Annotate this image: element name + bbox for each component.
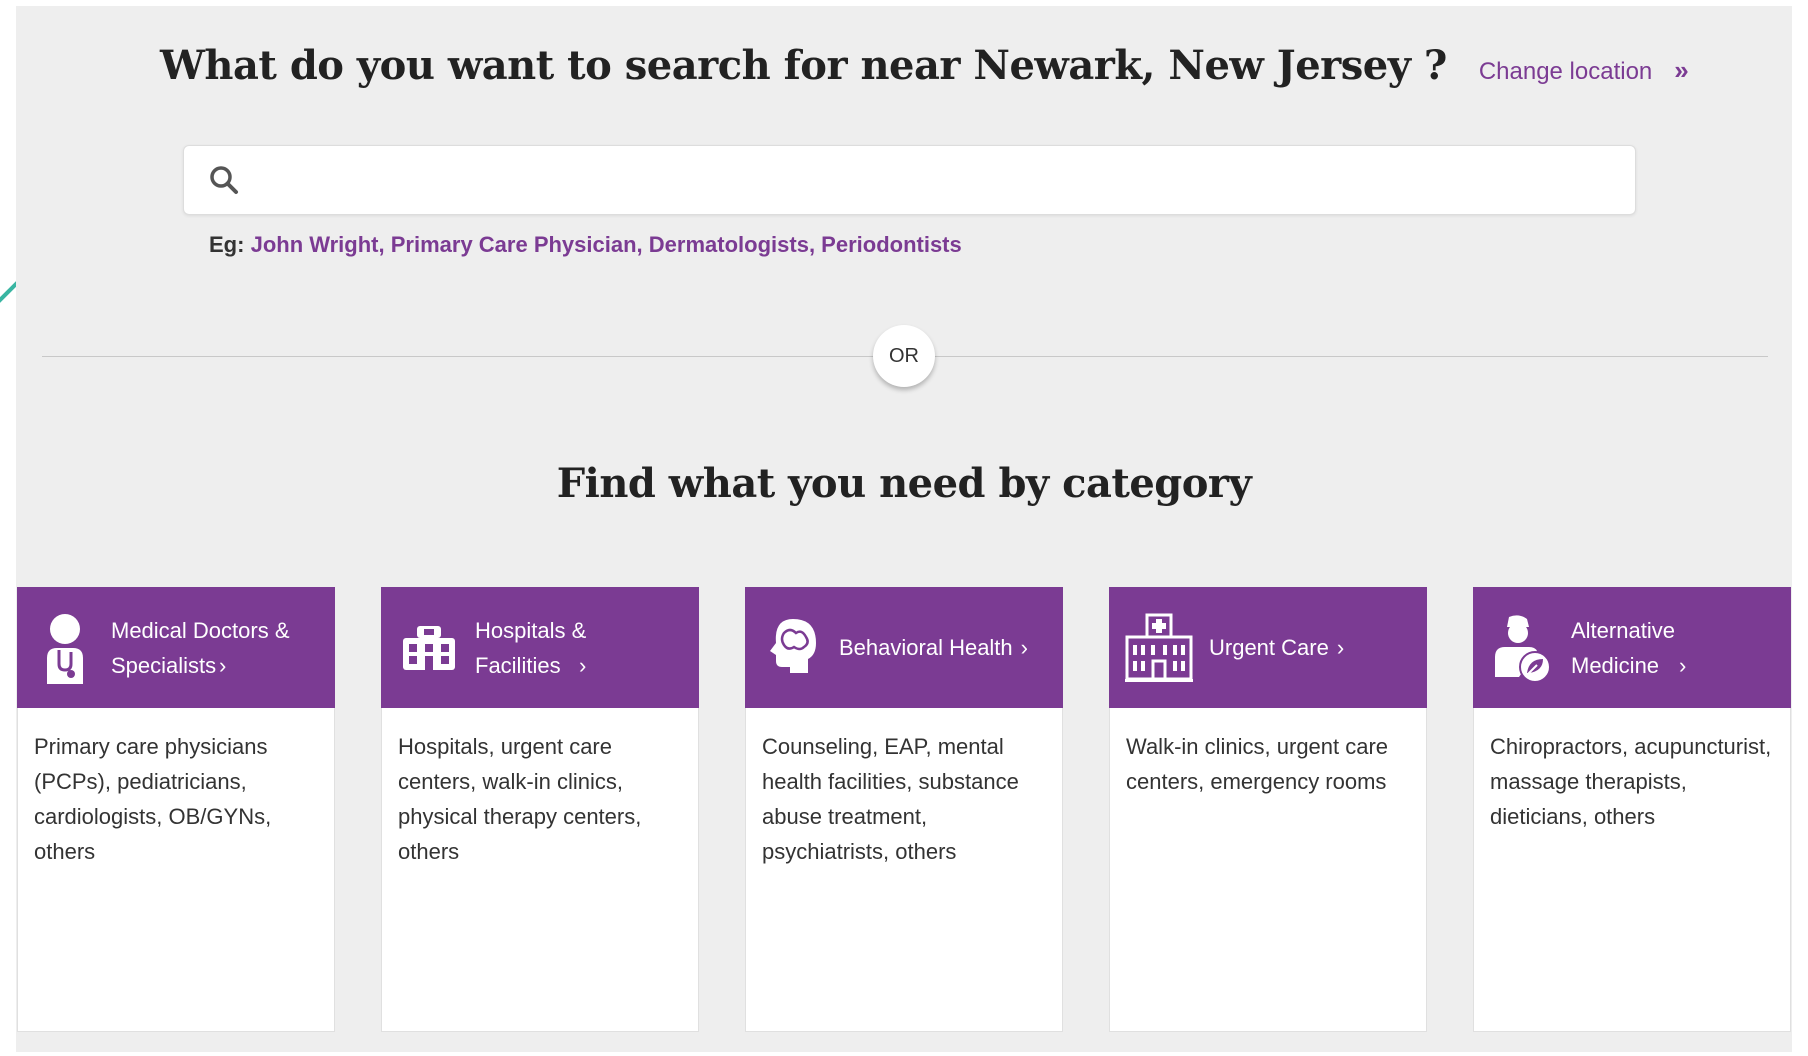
double-chevron-right-icon[interactable]: » bbox=[1674, 55, 1688, 86]
category-card-header[interactable]: Medical Doctors & Specialists › bbox=[17, 587, 335, 708]
search-icon bbox=[210, 166, 238, 194]
category-heading: Find what you need by category bbox=[556, 460, 1252, 507]
chevron-right-icon: › bbox=[1679, 652, 1687, 678]
alternative-medicine-icon bbox=[1489, 612, 1553, 684]
heading-row: What do you want to search for near Newa… bbox=[160, 42, 1689, 102]
urgent-care-building-icon bbox=[1125, 612, 1193, 684]
page: What do you want to search for near Newa… bbox=[0, 0, 1808, 1056]
example-link-john-wright[interactable]: John Wright bbox=[251, 232, 379, 257]
chevron-right-icon: › bbox=[1336, 635, 1345, 660]
category-card-urgent-care[interactable]: Urgent Care › Walk-in clinics, urgent car… bbox=[1109, 587, 1427, 1032]
category-title: Alternative Medicine › bbox=[1571, 613, 1706, 683]
chevron-right-icon: › bbox=[579, 652, 587, 678]
category-title: Medical Doctors & Specialists › bbox=[111, 613, 316, 683]
category-description: Walk-in clinics, urgent care centers, em… bbox=[1126, 734, 1389, 794]
search-input[interactable] bbox=[256, 156, 1620, 204]
category-title-text: Behavioral Health bbox=[839, 635, 1013, 660]
example-separator: , bbox=[636, 232, 649, 257]
category-title: Hospitals & Facilities › bbox=[475, 613, 620, 683]
category-card-header[interactable]: Hospitals & Facilities › bbox=[381, 587, 699, 708]
category-title: Urgent Care › bbox=[1209, 630, 1344, 665]
category-card-alternative-medicine[interactable]: Alternative Medicine › Chiropractors, acu… bbox=[1473, 587, 1791, 1032]
example-link-dermatologists[interactable]: Dermatologists bbox=[649, 232, 809, 257]
examples-label: Eg: bbox=[209, 232, 245, 257]
example-link-primary-care-physician[interactable]: Primary Care Physician bbox=[391, 232, 637, 257]
category-title: Behavioral Health › bbox=[839, 630, 1028, 665]
category-title-text: Urgent Care bbox=[1209, 635, 1329, 660]
category-card-hospitals[interactable]: Hospitals & Facilities › Hospitals, urgen… bbox=[381, 587, 699, 1032]
doctor-icon bbox=[39, 612, 91, 684]
category-title-text: Alternative Medicine bbox=[1571, 617, 1675, 678]
category-card-header[interactable]: Behavioral Health › bbox=[745, 587, 1063, 708]
example-link-periodontists[interactable]: Periodontists bbox=[821, 232, 962, 257]
category-card-header[interactable]: Alternative Medicine › bbox=[1473, 587, 1791, 708]
category-description: Counseling, EAP, mental health facilitie… bbox=[762, 734, 1019, 864]
chevron-right-icon: › bbox=[1020, 635, 1028, 660]
example-separator: , bbox=[378, 232, 391, 257]
search-box[interactable] bbox=[183, 145, 1636, 215]
example-separator: , bbox=[808, 232, 822, 257]
category-description: Hospitals, urgent care centers, walk-in … bbox=[398, 734, 642, 864]
change-location-link[interactable]: Change location bbox=[1479, 58, 1652, 86]
category-card-medical-doctors[interactable]: Medical Doctors & Specialists › Primary c… bbox=[17, 587, 335, 1032]
category-description: Primary care physicians (PCPs), pediatri… bbox=[34, 734, 272, 864]
category-card-behavioral-health[interactable]: Behavioral Health › Counseling, EAP, ment… bbox=[745, 587, 1063, 1032]
category-description: Chiropractors, acupuncturist, massage th… bbox=[1490, 734, 1772, 829]
search-examples: Eg: John Wright, Primary Care Physician,… bbox=[209, 232, 962, 258]
hospital-building-icon bbox=[403, 612, 455, 684]
category-title-text: Medical Doctors & Specialists bbox=[111, 617, 290, 678]
page-title: What do you want to search for near Newa… bbox=[160, 42, 1447, 89]
category-card-header[interactable]: Urgent Care › bbox=[1109, 587, 1427, 708]
brain-head-icon bbox=[767, 612, 819, 684]
chevron-right-icon: › bbox=[219, 652, 227, 678]
or-badge: OR bbox=[873, 325, 935, 387]
